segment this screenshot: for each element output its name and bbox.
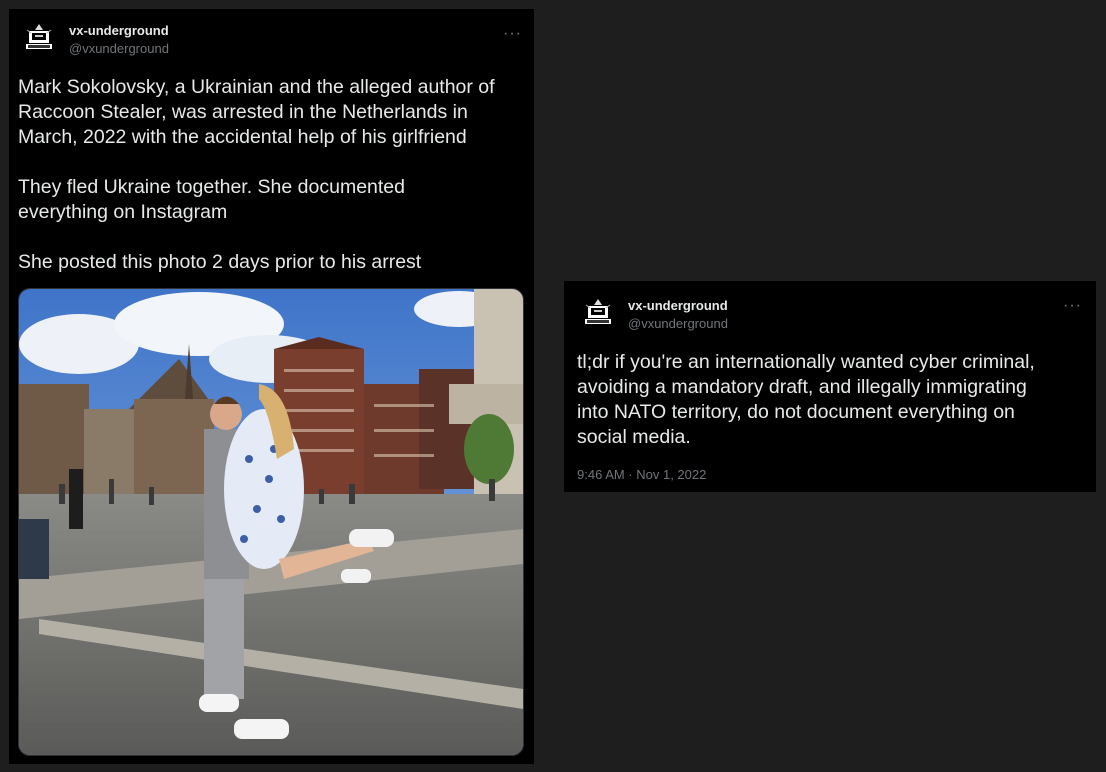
- tweet-header: vx-underground @vxunderground: [21, 20, 169, 58]
- handle[interactable]: @vxunderground: [628, 315, 728, 333]
- vx-underground-logo-icon: [585, 299, 611, 324]
- tweet-card-2[interactable]: vx-underground @vxunderground ··· tl;dr …: [564, 281, 1096, 492]
- display-name[interactable]: vx-underground: [628, 297, 728, 315]
- tweet-photo[interactable]: [18, 288, 524, 756]
- tweet-header: vx-underground @vxunderground: [580, 295, 728, 333]
- display-name[interactable]: vx-underground: [69, 22, 169, 40]
- tweet-card-1[interactable]: vx-underground @vxunderground ··· Mark S…: [9, 9, 534, 764]
- more-dots-icon[interactable]: ···: [1063, 298, 1082, 314]
- tweet-text: tl;dr if you're an internationally wante…: [577, 351, 1035, 448]
- handle[interactable]: @vxunderground: [69, 40, 169, 58]
- avatar[interactable]: [580, 295, 616, 331]
- timestamp[interactable]: 9:46 AM · Nov 1, 2022: [577, 467, 706, 482]
- tweet-text: Mark Sokolovsky, a Ukrainian and the all…: [18, 76, 495, 273]
- vx-underground-logo-icon: [26, 24, 52, 49]
- more-dots-icon[interactable]: ···: [503, 26, 522, 42]
- couple-photo-dam-square: [19, 289, 523, 755]
- avatar[interactable]: [21, 20, 57, 56]
